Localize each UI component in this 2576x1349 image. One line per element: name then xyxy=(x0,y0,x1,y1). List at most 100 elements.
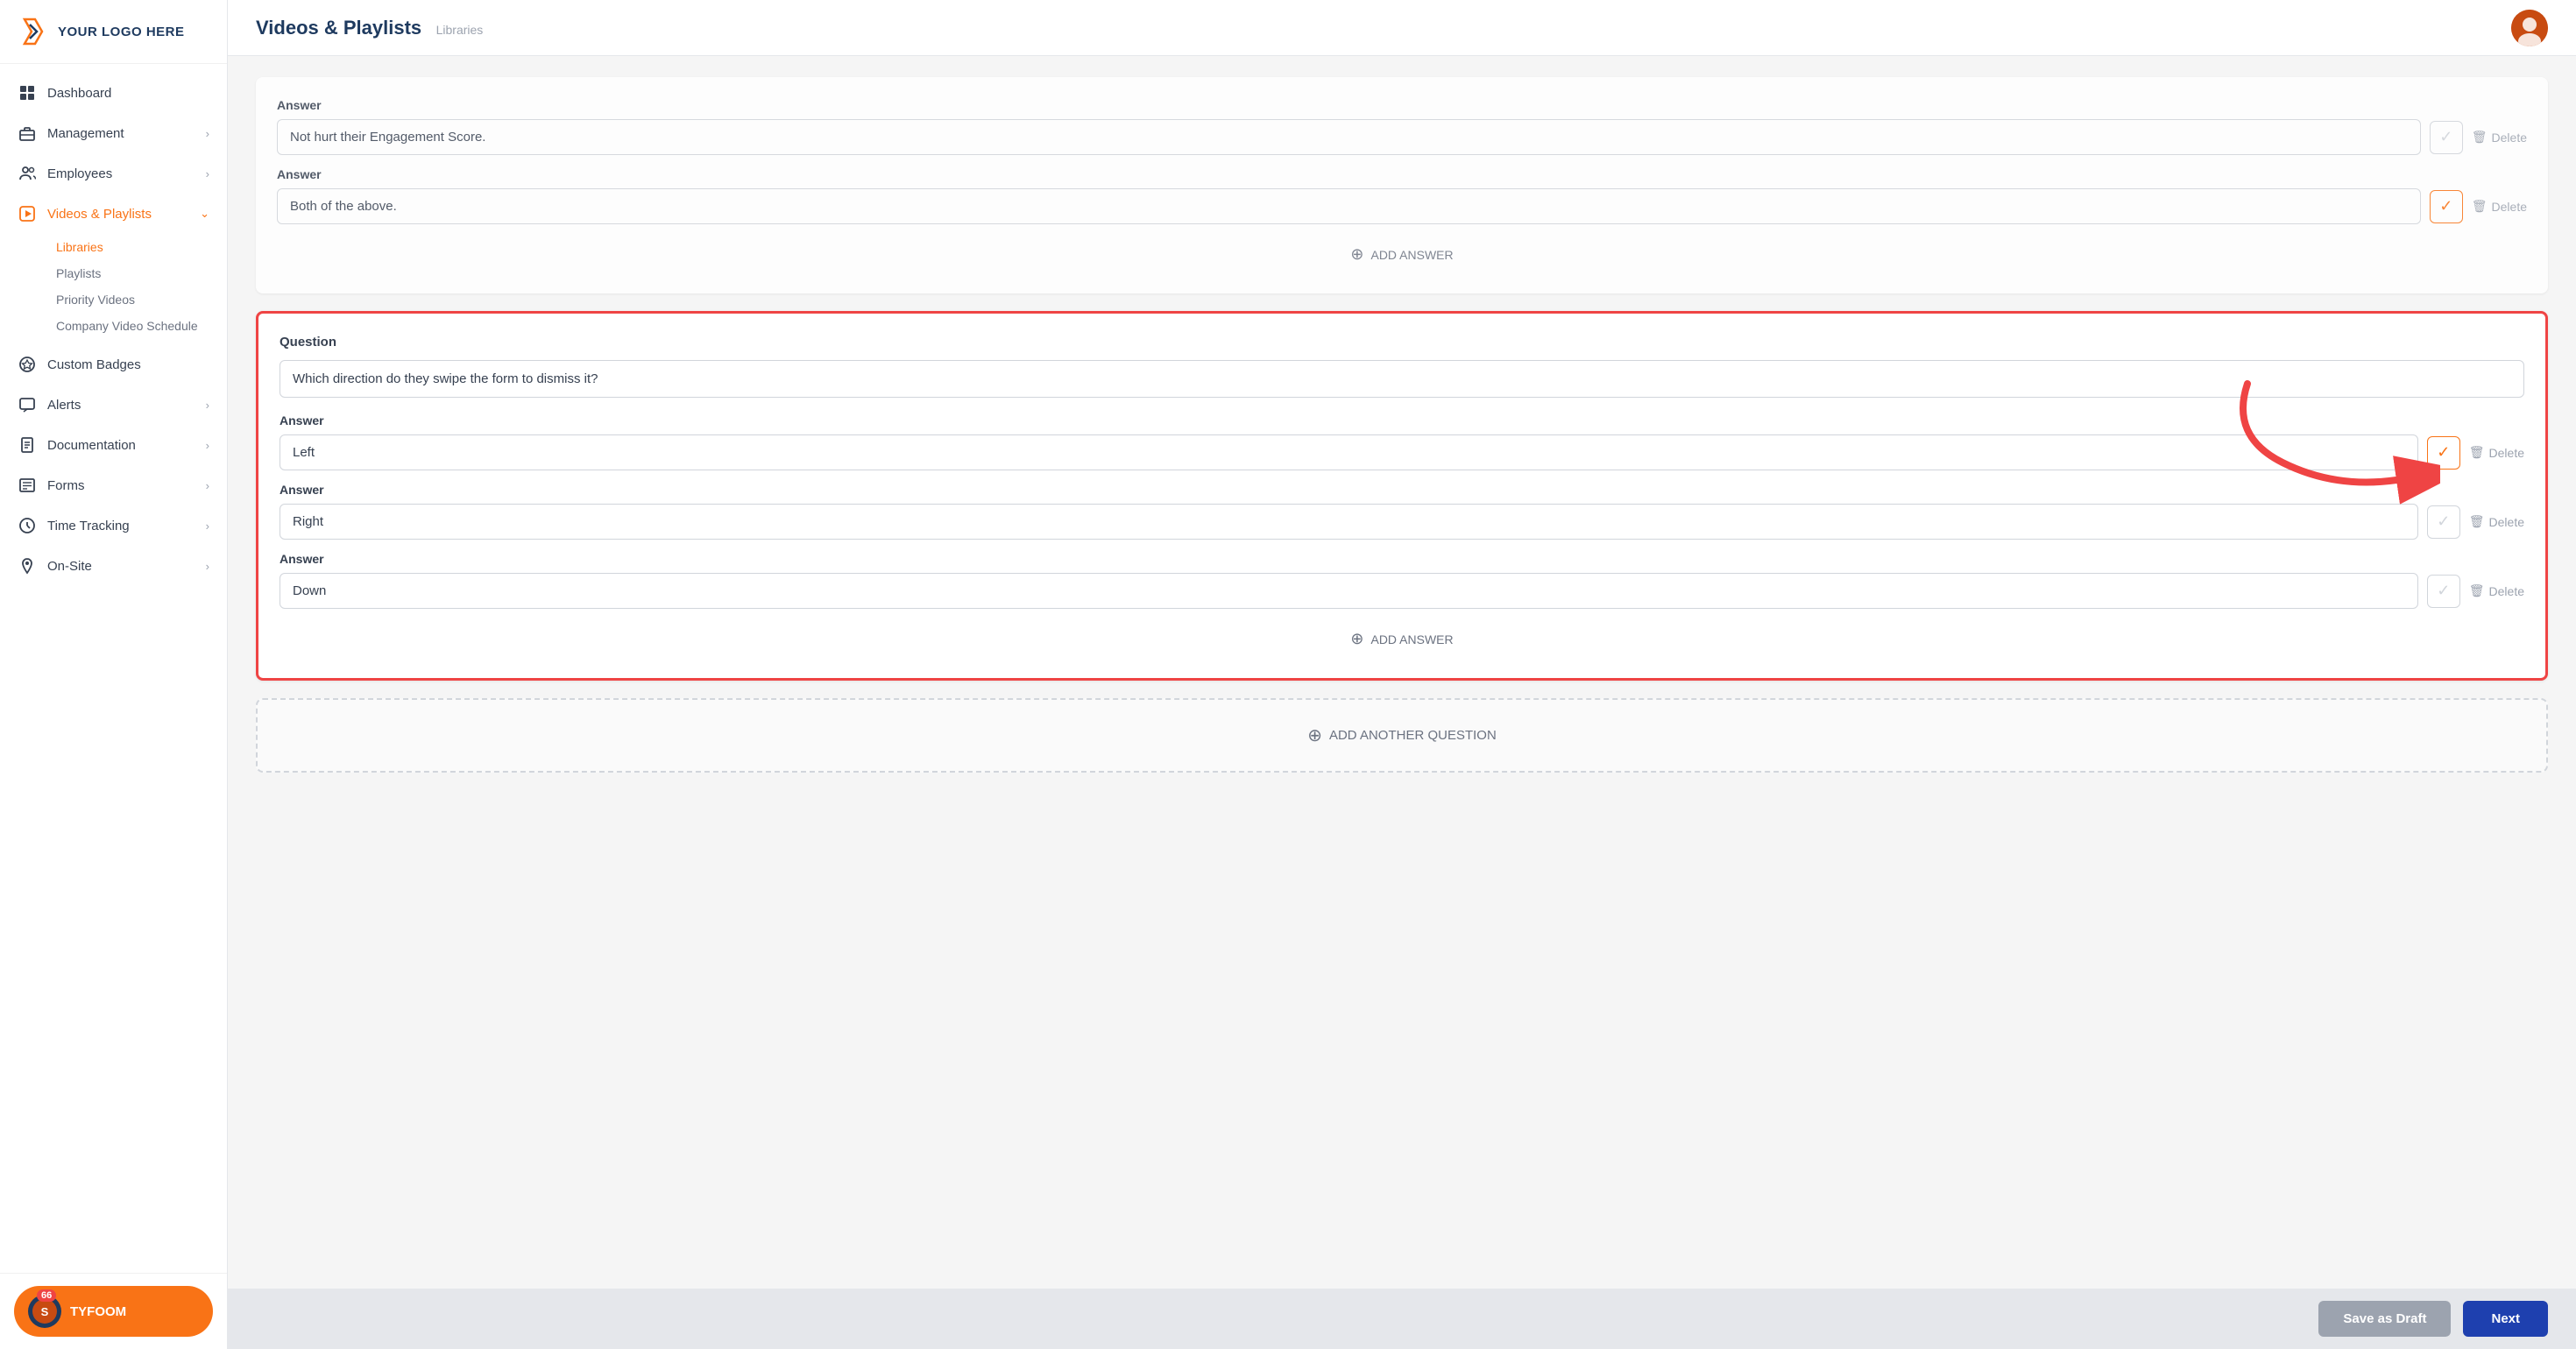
sidebar-footer: S 66 TYFOOM xyxy=(0,1273,227,1349)
answer-input-down[interactable] xyxy=(280,573,2418,609)
chevron-right-icon: › xyxy=(206,399,209,412)
answer-input-row: ✓ 🗑 Delete xyxy=(280,573,2524,609)
question-input[interactable] xyxy=(280,360,2524,398)
sidebar-item-label: Forms xyxy=(47,478,85,493)
logo-text: YOUR LOGO HERE xyxy=(58,25,185,39)
chevron-right-icon: › xyxy=(206,479,209,492)
correct-answer-toggle-1[interactable]: ✓ xyxy=(2430,121,2463,154)
delete-answer-1[interactable]: 🗑 Delete xyxy=(2472,130,2527,145)
circle-plus-icon: ⊕ xyxy=(1350,630,1363,648)
sidebar-item-label: Employees xyxy=(47,166,112,181)
add-answer-label: ADD ANSWER xyxy=(1370,632,1453,646)
save-draft-button[interactable]: Save as Draft xyxy=(2318,1301,2451,1337)
footer: Save as Draft Next xyxy=(228,1289,2576,1349)
sidebar-sub-company-schedule[interactable]: Company Video Schedule xyxy=(47,313,227,339)
delete-label: Delete xyxy=(2489,584,2524,598)
answer-input-1[interactable] xyxy=(277,119,2421,155)
trash-icon: 🗑 xyxy=(2469,514,2485,529)
sidebar-item-label: Custom Badges xyxy=(47,357,141,372)
header-title-area: Videos & Playlists Libraries xyxy=(256,17,483,39)
delete-answer-left[interactable]: 🗑 Delete xyxy=(2469,445,2524,460)
circle-plus-icon: ⊕ xyxy=(1350,245,1363,264)
answer-group-1: Answer ✓ 🗑 Delete xyxy=(277,98,2527,155)
answer-input-right[interactable] xyxy=(280,504,2418,540)
content-area: Answer ✓ 🗑 Delete Answer xyxy=(228,56,2576,1289)
page-subtitle: Libraries xyxy=(436,23,484,37)
user-avatar[interactable] xyxy=(2511,10,2548,46)
chat-icon xyxy=(18,395,37,414)
sidebar-item-custom-badges[interactable]: Custom Badges xyxy=(0,344,227,385)
answer-label: Answer xyxy=(280,552,2524,566)
trash-icon: 🗑 xyxy=(2472,199,2488,214)
answer-label: Answer xyxy=(277,98,2527,112)
users-icon xyxy=(18,164,37,183)
sidebar-item-on-site[interactable]: On-Site › xyxy=(0,546,227,586)
sidebar-sub-libraries[interactable]: Libraries xyxy=(47,234,227,260)
answer-input-left[interactable] xyxy=(280,434,2418,470)
answer-group-left: Answer ✓ 🗑 Delete xyxy=(280,413,2524,470)
answer-label: Answer xyxy=(280,483,2524,497)
check-icon: ✓ xyxy=(2437,443,2450,462)
sidebar-item-dashboard[interactable]: Dashboard xyxy=(0,73,227,113)
next-button[interactable]: Next xyxy=(2463,1301,2548,1337)
delete-label: Delete xyxy=(2489,515,2524,529)
tyfoom-label: TYFOOM xyxy=(70,1304,126,1319)
add-question-card: ⊕ ADD ANOTHER QUESTION xyxy=(256,698,2548,773)
chevron-right-icon: › xyxy=(206,519,209,533)
delete-answer-right[interactable]: 🗑 Delete xyxy=(2469,514,2524,529)
sidebar-item-forms[interactable]: Forms › xyxy=(0,465,227,505)
sidebar-item-label: Management xyxy=(47,126,124,141)
chevron-right-icon: › xyxy=(206,560,209,573)
sidebar-item-label: Alerts xyxy=(47,398,81,413)
delete-label: Delete xyxy=(2492,131,2527,145)
sidebar-item-videos-playlists[interactable]: Videos & Playlists ⌄ xyxy=(0,194,227,234)
answer-label: Answer xyxy=(280,413,2524,427)
answer-group-right: Answer ✓ 🗑 Delete xyxy=(280,483,2524,540)
sidebar-nav: Dashboard Management › Employees › Video… xyxy=(0,64,227,1273)
check-icon: ✓ xyxy=(2437,512,2450,531)
sidebar: YOUR LOGO HERE Dashboard Management › Em… xyxy=(0,0,228,1349)
sidebar-item-employees[interactable]: Employees › xyxy=(0,153,227,194)
answer-input-2[interactable] xyxy=(277,188,2421,224)
check-icon: ✓ xyxy=(2439,197,2452,215)
correct-answer-toggle-down[interactable]: ✓ xyxy=(2427,575,2460,608)
sidebar-item-label: Videos & Playlists xyxy=(47,207,152,222)
add-another-question-button[interactable]: ⊕ ADD ANOTHER QUESTION xyxy=(1307,724,1497,746)
sidebar-item-time-tracking[interactable]: Time Tracking › xyxy=(0,505,227,546)
sidebar-item-label: Dashboard xyxy=(47,86,111,101)
logo-area: YOUR LOGO HERE xyxy=(0,0,227,64)
list-icon xyxy=(18,476,37,495)
highlighted-question-card: Question Answer ✓ 🗑 Delete Ans xyxy=(256,311,2548,681)
trash-icon: 🗑 xyxy=(2469,583,2485,598)
trash-icon: 🗑 xyxy=(2469,445,2485,460)
tyfoom-button[interactable]: S 66 TYFOOM xyxy=(14,1286,213,1337)
correct-answer-toggle-left[interactable]: ✓ xyxy=(2427,436,2460,470)
play-icon xyxy=(18,204,37,223)
main-content: Videos & Playlists Libraries Answer ✓ 🗑 xyxy=(228,0,2576,1349)
correct-answer-toggle-2[interactable]: ✓ xyxy=(2430,190,2463,223)
correct-answer-toggle-right[interactable]: ✓ xyxy=(2427,505,2460,539)
chevron-down-icon: ⌄ xyxy=(200,207,209,221)
briefcase-icon xyxy=(18,124,37,143)
sidebar-sub-playlists[interactable]: Playlists xyxy=(47,260,227,286)
add-answer-button-top[interactable]: ⊕ ADD ANSWER xyxy=(277,237,2527,272)
location-icon xyxy=(18,556,37,576)
clock-icon xyxy=(18,516,37,535)
header: Videos & Playlists Libraries xyxy=(228,0,2576,56)
sidebar-sub-priority-videos[interactable]: Priority Videos xyxy=(47,286,227,313)
sidebar-item-management[interactable]: Management › xyxy=(0,113,227,153)
chevron-right-icon: › xyxy=(206,167,209,180)
previous-question-card: Answer ✓ 🗑 Delete Answer xyxy=(256,77,2548,293)
answer-input-row: ✓ 🗑 Delete xyxy=(280,434,2524,470)
grid-icon xyxy=(18,83,37,102)
add-answer-button[interactable]: ⊕ ADD ANSWER xyxy=(280,621,2524,657)
delete-answer-2[interactable]: 🗑 Delete xyxy=(2472,199,2527,214)
answer-input-row: ✓ 🗑 Delete xyxy=(277,119,2527,155)
answer-input-row: ✓ 🗑 Delete xyxy=(280,504,2524,540)
doc-icon xyxy=(18,435,37,455)
sidebar-item-documentation[interactable]: Documentation › xyxy=(0,425,227,465)
delete-answer-down[interactable]: 🗑 Delete xyxy=(2469,583,2524,598)
add-question-label: ADD ANOTHER QUESTION xyxy=(1329,728,1497,743)
logo-icon xyxy=(18,16,49,47)
sidebar-item-alerts[interactable]: Alerts › xyxy=(0,385,227,425)
